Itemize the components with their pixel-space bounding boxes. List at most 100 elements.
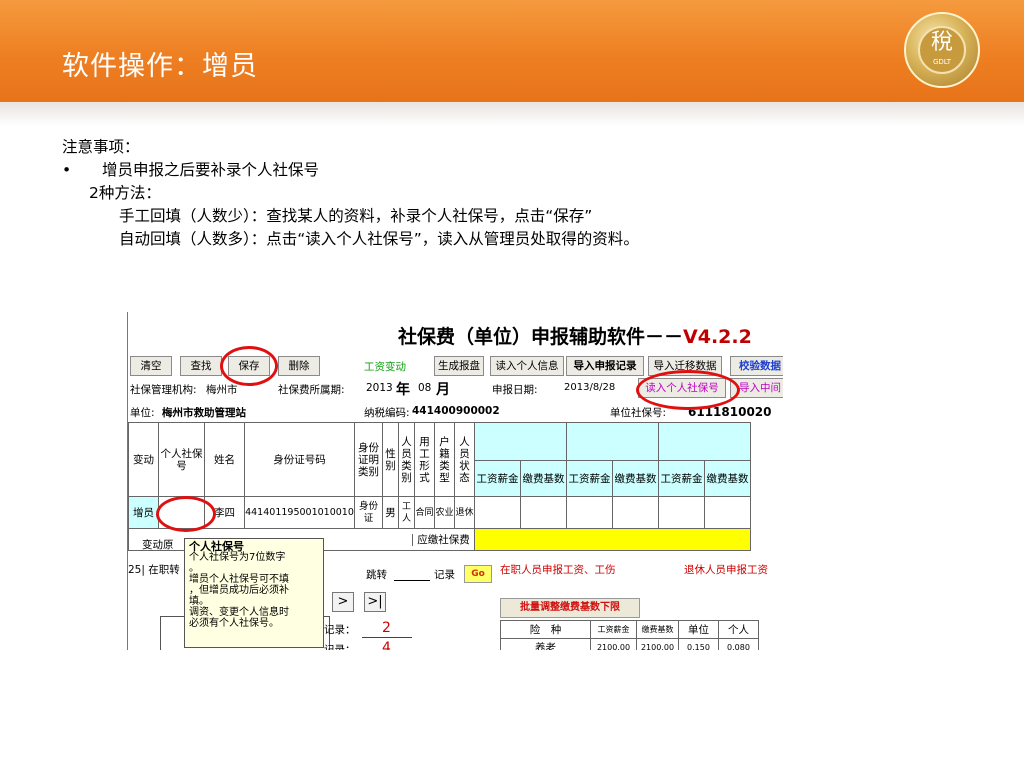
cell-base-3[interactable]	[704, 496, 751, 529]
tooltip-line: 调资、变更个人信息时	[189, 607, 289, 618]
cell-wage-2[interactable]	[566, 496, 613, 529]
retired-staff-link[interactable]: 退休人员申报工资	[684, 562, 768, 577]
records-underline	[362, 637, 412, 638]
cell-id-type[interactable]: 身份证	[354, 496, 383, 529]
cell-wage-3[interactable]	[658, 496, 705, 529]
records-value-2: 4	[382, 640, 391, 650]
rate-col-unit: 单位	[678, 620, 719, 639]
rate-wage: 2100.00	[590, 638, 637, 650]
status-tab[interactable]: 25| 在职转	[128, 562, 180, 577]
col-base-3: 缴费基数	[704, 460, 751, 497]
read-ss-highlight-circle	[636, 370, 740, 410]
logo-emblem: 稅 GDLT	[918, 26, 966, 74]
app-version: V4.2.2	[683, 326, 752, 348]
bullet-text: 增员申报之后要补录个人社保号	[102, 161, 320, 179]
cell-id-no[interactable]: 441401195001010010	[244, 496, 355, 529]
validate-data-button[interactable]: 校验数据	[730, 356, 783, 376]
table-row[interactable]: 增员 李四 441401195001010010 身份证 男 工人 合同 农业 …	[128, 496, 751, 529]
cell-household[interactable]: 农业	[434, 496, 455, 529]
ss-cell-highlight-circle	[156, 496, 216, 532]
tax-no-label: 纳税编码:	[364, 407, 410, 419]
org-label: 社保管理机构:	[130, 384, 197, 396]
cell-wage-1[interactable]	[474, 496, 521, 529]
cell-change[interactable]: 增员	[128, 496, 159, 529]
year-unit: 年	[396, 382, 410, 398]
tooltip-title: 个人社保号	[189, 540, 244, 553]
rate-col-base: 缴费基数	[636, 620, 679, 639]
col-wage-3: 工资薪金	[658, 460, 705, 497]
cell-staff-status[interactable]: 退休	[454, 496, 475, 529]
rate-col-personal: 个人	[718, 620, 759, 639]
col-id-type: 身份证明类别	[354, 422, 383, 497]
generate-report-button[interactable]: 生成报盘	[434, 356, 484, 376]
col-household: 户籍类型	[434, 422, 455, 497]
due-amount	[474, 528, 751, 551]
find-button[interactable]: 查找	[180, 356, 222, 376]
rate-personal: 0.080	[718, 638, 759, 650]
change-reason-label: 变动原	[142, 539, 174, 551]
save-highlight-circle	[220, 346, 278, 386]
import-records-button[interactable]: 导入申报记录	[566, 356, 644, 376]
staff-grid: 变动 个人社保号 姓名 身份证号码 身份证明类别 性别 人员类别 用工形式 户籍…	[128, 422, 751, 551]
header-shadow	[0, 102, 1024, 126]
group-header-1	[474, 422, 567, 461]
wage-change-link[interactable]: 工资变动	[364, 359, 406, 374]
col-staff-status: 人员状态	[454, 422, 475, 497]
month-unit: 月	[436, 382, 450, 398]
active-staff-link[interactable]: 在职人员申报工资、工伤	[500, 562, 616, 577]
col-staff-type: 人员类别	[398, 422, 415, 497]
app-title: 社保费（单位）申报辅助软件－－V4.2.2	[398, 322, 752, 349]
tooltip-line: ，但增员成功后必须补	[189, 585, 289, 596]
period-label: 社保费所属期:	[278, 384, 345, 396]
cell-base-1[interactable]	[520, 496, 567, 529]
record-label: 记录	[434, 569, 455, 581]
col-name: 姓名	[204, 422, 245, 497]
col-change: 变动	[128, 422, 159, 497]
due-label: 应缴社保费	[412, 533, 474, 546]
notes-block: 注意事项： • 增员申报之后要补录个人社保号 2种方法： 手工回填（人数少）：查找…	[62, 136, 639, 251]
table-row: 养老 2100.00 2100.00 0.150 0.080	[500, 638, 759, 650]
next-page-button[interactable]: >	[332, 592, 354, 612]
go-button[interactable]: Go	[464, 565, 492, 583]
app-title-text: 社保费（单位）申报辅助软件－－	[398, 326, 684, 348]
cell-gender[interactable]: 男	[382, 496, 399, 529]
records-label-1: 记录：	[324, 624, 356, 636]
report-date[interactable]: 2013/8/28	[564, 382, 615, 393]
jump-input[interactable]	[394, 580, 430, 581]
tooltip-line: 必须有个人社保号。	[189, 618, 279, 629]
logo-caption: GDLT	[932, 58, 952, 66]
slide-title: 软件操作：增员	[62, 51, 258, 82]
group-header-3	[658, 422, 751, 461]
last-page-button[interactable]: >|	[364, 592, 386, 612]
unit-label: 单位:	[130, 407, 155, 419]
col-wage-1: 工资薪金	[474, 460, 521, 497]
tax-logo-icon: 稅 GDLT	[904, 12, 980, 88]
rate-table: 险 种 工资薪金 缴费基数 单位 个人 养老 2100.00 2100.00 0…	[500, 620, 759, 650]
col-ss-no: 个人社保号	[158, 422, 205, 497]
group-header-2	[566, 422, 659, 461]
method-manual: 手工回填（人数少）：查找某人的资料，补录个人社保号，点击“保存”	[119, 207, 593, 225]
unit-name: 梅州市救助管理站	[162, 407, 246, 419]
tooltip-line: 个人社保号为7位数字	[189, 552, 286, 563]
report-date-label: 申报日期:	[492, 384, 538, 396]
cell-base-2[interactable]	[612, 496, 659, 529]
period-month[interactable]: 08	[418, 382, 431, 394]
tooltip-line: 增员个人社保号可不填	[189, 574, 289, 585]
batch-adjust-button[interactable]: 批量调整缴费基数下限	[500, 598, 640, 618]
period-year[interactable]: 2013	[366, 382, 393, 394]
rate-base: 2100.00	[636, 638, 679, 650]
delete-button[interactable]: 删除	[278, 356, 320, 376]
slide-header: 软件操作：增员 稅 GDLT	[0, 0, 1024, 102]
org-value: 梅州市	[206, 384, 238, 396]
rate-type: 养老	[500, 638, 591, 650]
cell-employ-form[interactable]: 合同	[414, 496, 435, 529]
read-personal-info-button[interactable]: 读入个人信息	[490, 356, 564, 376]
notes-bullet: • 增员申报之后要补录个人社保号	[62, 159, 639, 182]
clear-button[interactable]: 清空	[130, 356, 172, 376]
tax-no: 441400900002	[412, 405, 500, 417]
cell-staff-type[interactable]: 工人	[398, 496, 415, 529]
notes-heading: 注意事项：	[62, 138, 140, 156]
logo-glyph: 稅	[930, 30, 953, 55]
unit-ss-label: 单位社保号:	[610, 407, 667, 419]
tooltip-line: 填。	[189, 596, 209, 607]
